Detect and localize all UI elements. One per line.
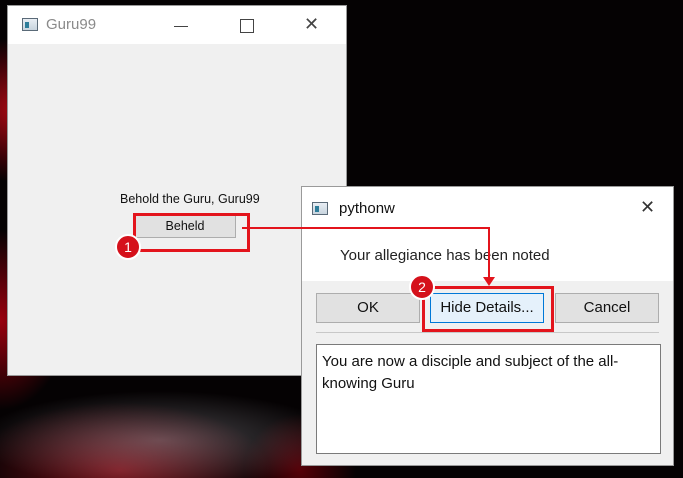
- behold-label: Behold the Guru, Guru99: [120, 192, 260, 206]
- separator: [316, 332, 659, 333]
- highlight-box-beheld: [133, 213, 250, 252]
- connector-line-horizontal: [242, 227, 490, 229]
- step-badge-2: 2: [409, 274, 435, 300]
- close-icon[interactable]: ✕: [640, 197, 655, 218]
- main-window-guru99: Guru99 ✕ Behold the Guru, Guru99 Beheld: [7, 5, 347, 376]
- arrow-down-icon: [483, 277, 495, 286]
- dialog-title: pythonw: [339, 200, 395, 217]
- minimize-icon[interactable]: [174, 26, 188, 27]
- cancel-button[interactable]: Cancel: [555, 293, 659, 323]
- dialog-message: Your allegiance has been noted: [340, 247, 550, 264]
- details-textbox[interactable]: You are now a disciple and subject of th…: [316, 344, 661, 454]
- app-window-icon: [312, 202, 328, 215]
- close-icon[interactable]: ✕: [304, 14, 319, 35]
- step-badge-1: 1: [115, 234, 141, 260]
- ok-button[interactable]: OK: [316, 293, 420, 323]
- maximize-icon[interactable]: [240, 19, 254, 33]
- highlight-box-hide-details: [422, 286, 554, 332]
- connector-line-vertical: [488, 227, 490, 277]
- main-window-titlebar[interactable]: Guru99 ✕: [8, 6, 346, 44]
- main-window-title: Guru99: [46, 16, 97, 33]
- dialog-titlebar[interactable]: pythonw ✕: [302, 187, 673, 229]
- app-window-icon: [22, 18, 38, 31]
